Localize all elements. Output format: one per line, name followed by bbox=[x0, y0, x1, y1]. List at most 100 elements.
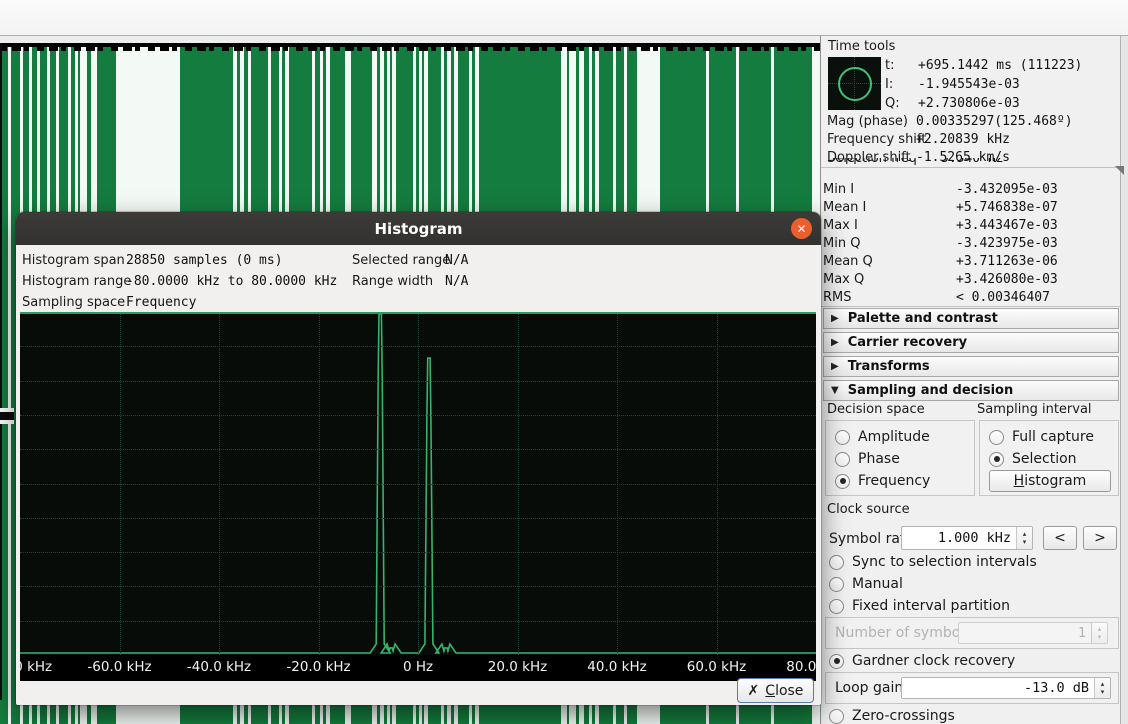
radio-label: Gardner clock recovery bbox=[852, 653, 1015, 669]
section-header-label: Carrier recovery bbox=[848, 335, 967, 350]
radio-icon[interactable] bbox=[829, 654, 844, 669]
radio-label: Frequency bbox=[858, 473, 930, 489]
close-label: Close bbox=[765, 683, 803, 699]
constellation-preview[interactable] bbox=[828, 57, 881, 110]
radio-label: Phase bbox=[858, 451, 900, 467]
panel-scrollbar[interactable] bbox=[1120, 36, 1128, 724]
radio-icon[interactable] bbox=[989, 430, 1004, 445]
dialog-info-value: -80.0000 kHz to 80.0000 kHz bbox=[126, 274, 337, 289]
dialog-info-label: Histogram span bbox=[22, 253, 125, 268]
number-of-symbols-spinbox[interactable]: 1 ▴ ▾ bbox=[958, 622, 1108, 644]
gardner-clock-recovery-radio[interactable]: Gardner clock recovery bbox=[829, 653, 1015, 669]
symbol-rate-spinner[interactable]: ▴ ▾ bbox=[1016, 527, 1032, 549]
frequency-marker[interactable] bbox=[0, 412, 14, 420]
plot-hgridline bbox=[20, 346, 816, 347]
collapsed-arrow-icon: ▶ bbox=[831, 337, 839, 348]
zero-crossings-radio[interactable]: Zero-crossings bbox=[829, 708, 955, 724]
collapsed-arrow-icon: ▶ bbox=[831, 361, 839, 372]
histogram-plot[interactable] bbox=[20, 312, 816, 655]
interval-radio-full-capture[interactable]: Full capture bbox=[989, 429, 1094, 445]
dialog-info-label: Sampling space bbox=[22, 295, 125, 310]
selection-freq-row-clipped: Selection freq 5.540 Hz bbox=[821, 158, 1121, 167]
plot-hgridline bbox=[20, 449, 816, 450]
radio-label: Amplitude bbox=[858, 429, 930, 445]
symbol-rate-spinbox[interactable]: 1.000 kHz ▴ ▾ bbox=[901, 526, 1033, 550]
spinner-down-icon[interactable]: ▾ bbox=[1023, 538, 1027, 546]
section-header-label: Palette and contrast bbox=[848, 311, 998, 326]
radio-icon[interactable] bbox=[829, 577, 844, 592]
dialog-info-value: N/A bbox=[445, 253, 468, 268]
histogram-button[interactable]: Histogram bbox=[989, 470, 1111, 492]
dialog-info-value: N/A bbox=[445, 274, 468, 289]
radio-icon[interactable] bbox=[829, 599, 844, 614]
number-of-symbols-value[interactable]: 1 bbox=[959, 623, 1091, 643]
close-button[interactable]: ✗ Close bbox=[737, 678, 814, 703]
spinner-down-icon[interactable]: ▾ bbox=[1101, 688, 1105, 696]
decision-radio-phase[interactable]: Phase bbox=[835, 451, 900, 467]
stat-row-value: -3.423975e-03 bbox=[956, 236, 1058, 251]
number-of-symbols-spinner[interactable]: ▴ ▾ bbox=[1091, 623, 1107, 643]
section-header-sampling-and-decision[interactable]: ▼Sampling and decision bbox=[823, 380, 1119, 401]
radio-icon[interactable] bbox=[835, 474, 850, 489]
axis-tick-label: 0 Hz bbox=[403, 659, 433, 675]
loop-gain-value[interactable]: -13.0 dB bbox=[902, 678, 1094, 698]
plot-hgridline bbox=[20, 586, 816, 587]
symbol-rate-step-forward-button[interactable]: > bbox=[1083, 526, 1117, 550]
iq-row-value: -1.945543e-03 bbox=[918, 77, 1020, 92]
stat-row-value: < 0.00346407 bbox=[956, 290, 1050, 305]
splitter-handle-icon[interactable] bbox=[1115, 166, 1124, 175]
radio-icon[interactable] bbox=[829, 555, 844, 570]
radio-icon[interactable] bbox=[835, 452, 850, 467]
radio-icon[interactable] bbox=[829, 709, 844, 724]
clock-radio-sync-to-selection-intervals[interactable]: Sync to selection intervals bbox=[829, 554, 1037, 570]
stat-row-label: Mean Q bbox=[823, 254, 873, 269]
close-icon[interactable]: ✕ bbox=[791, 218, 812, 239]
spinner-up-icon[interactable]: ▴ bbox=[1101, 680, 1105, 688]
section-header-palette-and-contrast[interactable]: ▶ Palette and contrast bbox=[823, 308, 1119, 329]
frequency-marker-glow bbox=[0, 420, 14, 424]
clock-radio-manual[interactable]: Manual bbox=[829, 576, 903, 592]
loop-gain-spinbox[interactable]: -13.0 dB ▴ ▾ bbox=[901, 677, 1111, 699]
decision-radio-amplitude[interactable]: Amplitude bbox=[835, 429, 930, 445]
radio-icon[interactable] bbox=[835, 430, 850, 445]
dialog-titlebar[interactable]: Histogram ✕ bbox=[16, 212, 821, 245]
spinner-up-icon[interactable]: ▴ bbox=[1098, 625, 1102, 633]
iq-row-label: Q: bbox=[885, 96, 900, 111]
symbol-rate-step-back-button[interactable]: < bbox=[1043, 526, 1077, 550]
spinner-up-icon[interactable]: ▴ bbox=[1023, 530, 1027, 538]
section-header-carrier-recovery[interactable]: ▶ Carrier recovery bbox=[823, 332, 1119, 353]
collapsed-arrow-icon: ▶ bbox=[831, 313, 839, 324]
top-toolbar-strip bbox=[0, 0, 1128, 36]
loop-gain-spinner[interactable]: ▴ ▾ bbox=[1094, 678, 1110, 698]
radio-label: Zero-crossings bbox=[852, 708, 955, 724]
spinner-down-icon[interactable]: ▾ bbox=[1098, 633, 1102, 641]
iq-row-label: t: bbox=[885, 58, 894, 73]
expanded-arrow-icon: ▼ bbox=[831, 385, 839, 396]
close-x-icon: ✗ bbox=[748, 683, 760, 699]
panel-divider bbox=[821, 306, 1121, 307]
stat-row-value: +3.443467e-03 bbox=[956, 218, 1058, 233]
interval-radio-selection[interactable]: Selection bbox=[989, 451, 1077, 467]
radio-label: Fixed interval partition bbox=[852, 598, 1010, 614]
plot-top-line bbox=[20, 312, 816, 314]
symbol-rate-value[interactable]: 1.000 kHz bbox=[902, 527, 1016, 549]
iq-row-label: I: bbox=[885, 77, 893, 92]
axis-tick-label: 60.0 kHz bbox=[687, 659, 746, 675]
clock-radio-fixed-interval-partition[interactable]: Fixed interval partition bbox=[829, 598, 1010, 614]
radio-label: Selection bbox=[1012, 451, 1077, 467]
axis-tick-label: 80.0 kHz bbox=[786, 659, 816, 675]
plot-hgridline bbox=[20, 484, 816, 485]
dialog-info-value: 28850 samples (0 ms) bbox=[126, 253, 283, 268]
decision-radio-frequency[interactable]: Frequency bbox=[835, 473, 930, 489]
axis-tick-label: -20.0 kHz bbox=[286, 659, 350, 675]
radio-label: Full capture bbox=[1012, 429, 1094, 445]
section-header-transforms[interactable]: ▶ Transforms bbox=[823, 356, 1119, 377]
axis-tick-label: -80.0 kHz bbox=[20, 659, 52, 675]
histogram-dialog: Histogram ✕ Histogram span28850 samples … bbox=[16, 212, 821, 705]
measurement-row-value: +2.20839 kHz bbox=[916, 132, 1010, 147]
section-header-label: Transforms bbox=[848, 359, 930, 374]
plot-hgridline bbox=[20, 518, 816, 519]
inspector-panel: Time tools t:+695.1442 ms (111223)I:-1.9… bbox=[820, 36, 1121, 724]
stat-row-label: Mean I bbox=[823, 200, 866, 215]
radio-icon[interactable] bbox=[989, 452, 1004, 467]
